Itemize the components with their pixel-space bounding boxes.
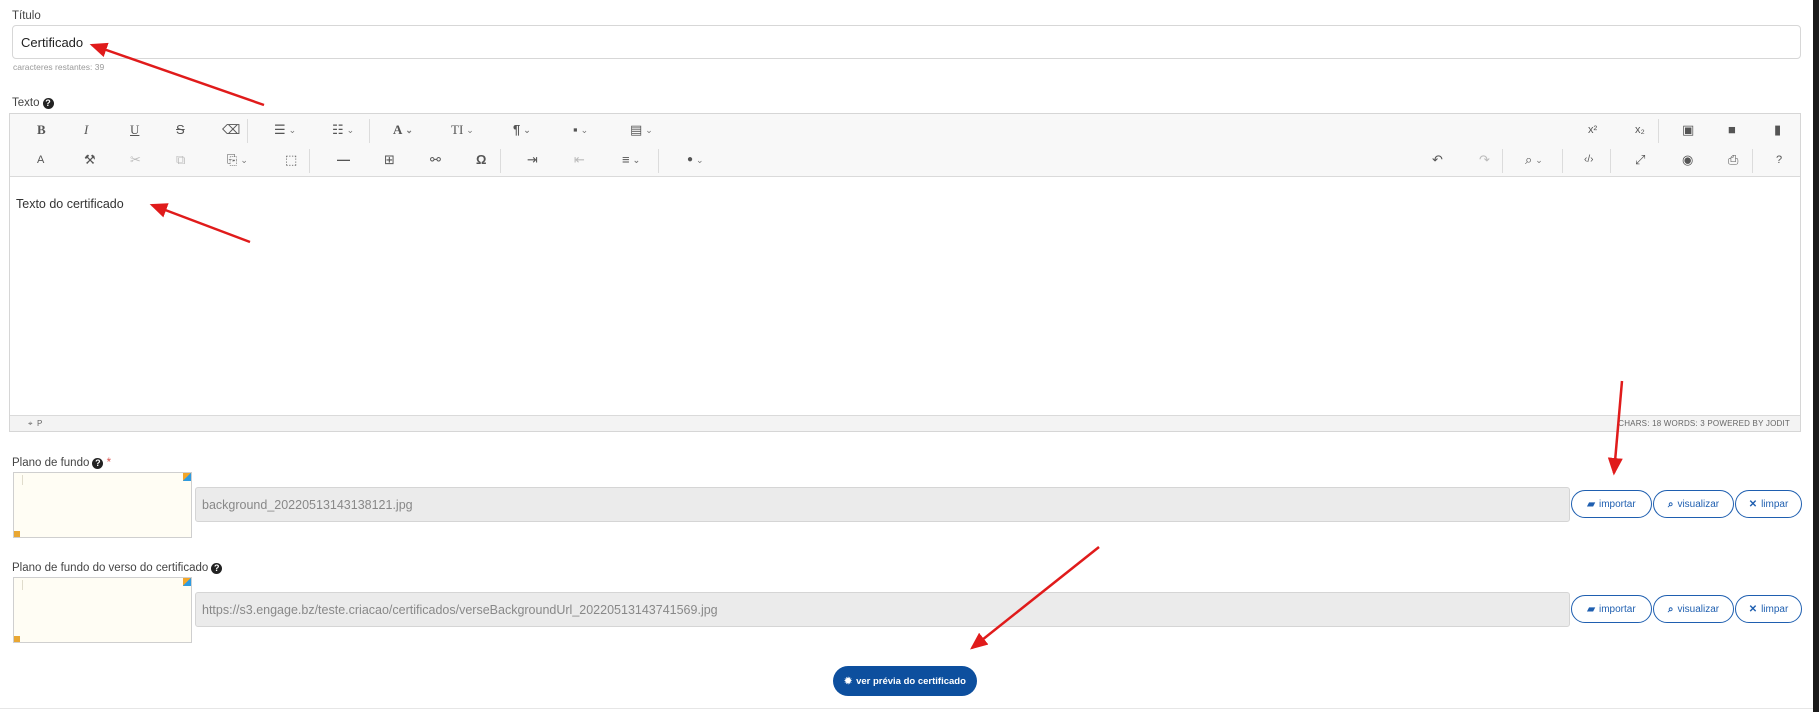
verse-importar-button[interactable]: ▰ importar <box>1571 595 1652 623</box>
texto-label: Texto? <box>12 97 54 109</box>
strikethrough-button[interactable]: S <box>176 122 185 138</box>
print-icon[interactable]: ⎙ <box>1728 152 1738 168</box>
paragraph-button[interactable]: ¶ ⌄ <box>513 122 531 138</box>
dot-icon: ⌖ <box>28 419 33 428</box>
element-path: P <box>36 419 43 428</box>
select-all-icon[interactable]: ⬚ <box>285 152 297 168</box>
paste-icon[interactable]: ⎘ ⌄ <box>227 152 248 168</box>
editor-toolbar: B I U S ⌫ ☰ ⌄ ☷ ⌄ A ⌄ TI ⌄ ¶ ⌄ ▪ ⌄ ▤ ⌄ x² x₂ ▣ … <box>10 114 1800 177</box>
required-mark: * <box>106 457 112 469</box>
verse-background-file-field[interactable] <box>195 592 1570 627</box>
question-circle-icon[interactable]: ? <box>92 458 104 469</box>
window-edge-bar <box>1813 0 1819 712</box>
verse-limpar-button[interactable]: ✕ limpar <box>1735 595 1802 623</box>
toolbar-separator <box>1610 149 1611 173</box>
editor-statusbar: ⌖ P CHARS: 18 WORDS: 3 POWERED BY JODIT <box>10 415 1800 431</box>
search-icon: ⌕ <box>1667 603 1674 615</box>
font-size-button[interactable]: TI ⌄ <box>451 122 474 138</box>
toolbar-separator <box>369 119 370 143</box>
bottom-divider <box>0 708 1813 709</box>
folder-open-icon: ▰ <box>1587 498 1595 510</box>
toolbar-separator <box>500 149 501 173</box>
gear-icon: ✹ <box>844 675 853 687</box>
preview-certificate-button[interactable]: ✹ ver prévia do certificado <box>833 666 977 696</box>
file-icon[interactable]: ▮ <box>1774 122 1781 138</box>
texto-label-text: Texto <box>12 97 40 109</box>
toolbar-separator <box>1502 149 1503 173</box>
ordered-list-button[interactable]: ☷ ⌄ <box>332 122 354 138</box>
toolbar-separator <box>658 149 659 173</box>
verse-background-label-text: Plano de fundo do verso do certificado <box>12 562 209 574</box>
table-icon[interactable]: ⊞ <box>384 152 395 168</box>
image-inline-button[interactable]: ▪ ⌄ <box>573 122 588 138</box>
toolbar-separator <box>309 149 310 173</box>
font-family-button[interactable]: A ⌄ <box>393 122 413 138</box>
search-icon: ⌕ <box>1667 498 1674 510</box>
close-icon: ✕ <box>1748 498 1758 510</box>
background-thumbnail <box>13 472 192 538</box>
link-icon[interactable]: ⚯ <box>430 152 441 168</box>
superscript-button[interactable]: x² <box>1588 122 1597 138</box>
find-icon[interactable]: ⌕ ⌄ <box>1525 152 1543 168</box>
brush-color-icon[interactable]: ● ⌄ <box>687 152 704 168</box>
image-icon[interactable]: ▣ <box>1682 122 1694 138</box>
about-icon[interactable]: ? <box>1776 152 1782 168</box>
close-icon: ✕ <box>1748 603 1758 615</box>
background-label-text: Plano de fundo <box>12 457 90 469</box>
background-importar-button[interactable]: ▰ importar <box>1571 490 1652 518</box>
align-block-button[interactable]: ▤ ⌄ <box>630 122 653 138</box>
verse-background-thumbnail <box>13 577 192 643</box>
question-circle-icon[interactable]: ? <box>211 563 223 574</box>
folder-open-icon: ▰ <box>1587 603 1595 615</box>
eraser-icon[interactable]: ⌫ <box>222 122 240 138</box>
rich-text-editor: B I U S ⌫ ☰ ⌄ ☷ ⌄ A ⌄ TI ⌄ ¶ ⌄ ▪ ⌄ ▤ ⌄ x² x₂ ▣ … <box>9 113 1801 432</box>
unordered-list-button[interactable]: ☰ ⌄ <box>274 122 296 138</box>
video-icon[interactable]: ■ <box>1728 122 1736 138</box>
subscript-button[interactable]: x₂ <box>1635 122 1645 138</box>
toolbar-separator <box>1752 149 1753 173</box>
statusbar-path: ⌖ P <box>28 419 42 429</box>
editor-content-text: Texto do certificado <box>16 197 124 211</box>
preview-eye-icon[interactable]: ◉ <box>1682 152 1693 168</box>
spellcheck-icon[interactable]: A <box>37 152 44 168</box>
background-label: Plano de fundo? * <box>12 457 111 469</box>
source-code-icon[interactable]: ‹/› <box>1584 152 1593 168</box>
background-limpar-button[interactable]: ✕ limpar <box>1735 490 1802 518</box>
titulo-char-counter: caracteres restantes: 39 <box>13 62 105 72</box>
toolbar-separator <box>1658 119 1659 143</box>
copy-icon[interactable]: ⧉ <box>176 152 185 168</box>
background-file-field[interactable] <box>195 487 1570 522</box>
titulo-label: Título <box>12 10 41 22</box>
editor-content-area[interactable]: Texto do certificado <box>10 177 1800 416</box>
cut-icon[interactable]: ✂ <box>130 152 141 168</box>
bold-button[interactable]: B <box>37 122 46 138</box>
fullsize-icon[interactable]: ⤢ <box>1635 152 1645 168</box>
titulo-input[interactable] <box>12 25 1801 59</box>
toolbar-separator <box>247 119 248 143</box>
align-icon[interactable]: ≡ ⌄ <box>622 152 640 168</box>
verse-background-label: Plano de fundo do verso do certificado? <box>12 562 223 574</box>
indent-icon[interactable]: ⇥ <box>527 152 538 168</box>
statusbar-stats: CHARS: 18 WORDS: 3 POWERED BY JODIT <box>1618 419 1790 428</box>
horizontal-rule-icon[interactable]: — <box>337 152 350 168</box>
background-visualizar-button[interactable]: ⌕ visualizar <box>1653 490 1734 518</box>
toolbar-separator <box>1562 149 1563 173</box>
redo-icon[interactable]: ↷ <box>1479 152 1490 168</box>
copy-format-icon[interactable]: ⚒ <box>84 152 96 168</box>
outdent-icon[interactable]: ⇤ <box>574 152 585 168</box>
underline-button[interactable]: U <box>130 122 139 138</box>
undo-icon[interactable]: ↶ <box>1432 152 1443 168</box>
italic-button[interactable]: I <box>84 122 88 138</box>
omega-symbol-icon[interactable]: Ω <box>476 152 486 168</box>
verse-visualizar-button[interactable]: ⌕ visualizar <box>1653 595 1734 623</box>
question-circle-icon[interactable]: ? <box>42 98 54 109</box>
